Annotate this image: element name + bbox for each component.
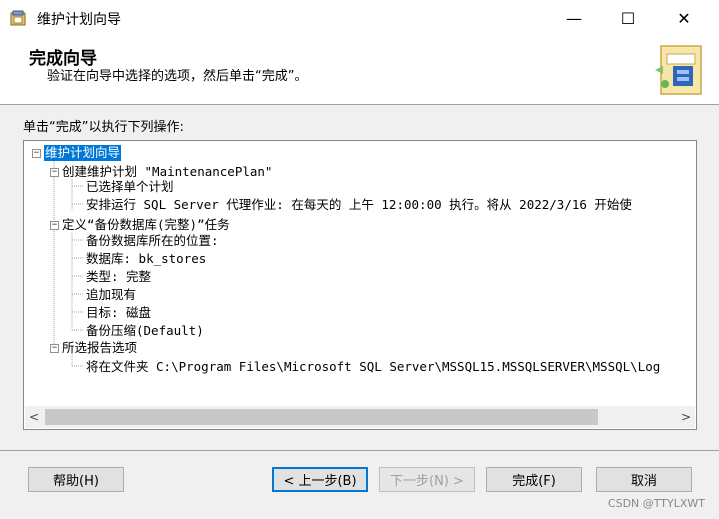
scroll-right-button[interactable]: > [677,406,695,428]
minimize-icon: — [566,8,582,28]
collapse-group2-toggle[interactable]: − [50,221,59,230]
tree-item[interactable]: 备份压缩(Default) [86,323,204,339]
tree-root-node[interactable]: 维护计划向导 [44,145,122,161]
title-bar: 维护计划向导 — ☐ ✕ [0,0,719,36]
tree-item[interactable]: 备份数据库所在的位置: [86,233,219,249]
minimize-button[interactable]: — [551,0,597,36]
window-title: 维护计划向导 [37,12,121,28]
tree-item[interactable]: 已选择单个计划 [86,179,174,195]
wizard-app-icon [10,10,26,26]
maximize-button[interactable]: ☐ [605,0,651,36]
tree-item[interactable]: 将在文件夹 C:\Program Files\Microsoft SQL Ser… [86,359,660,375]
tree-item[interactable]: 目标: 磁盘 [86,305,151,321]
tree-item[interactable]: 数据库: bk_stores [86,251,206,267]
tree-group-report-options[interactable]: 所选报告选项 [62,340,137,356]
tree-item[interactable]: 安排运行 SQL Server 代理作业: 在每天的 上午 12:00:00 执… [86,197,632,213]
chevron-right-icon: > [680,410,692,424]
wizard-banner-icon [655,45,702,95]
help-button[interactable]: 帮助(H) [28,467,124,492]
tree-group-backup-task[interactable]: 定义“备份数据库(完整)”任务 [62,217,230,233]
page-subtitle: 验证在向导中选择的选项，然后单击“完成”。 [47,69,308,84]
summary-tree[interactable]: − 维护计划向导 − 创建维护计划 "MaintenancePlan" 已选择单… [23,140,697,430]
instruction-label: 单击“完成”以执行下列操作: [23,120,184,135]
back-button[interactable]: < 上一步(B) [272,467,368,492]
horizontal-scrollbar[interactable]: < > [25,406,695,428]
cancel-button[interactable]: 取消 [596,467,692,492]
finish-button[interactable]: 完成(F) [486,467,582,492]
watermark: CSDN @TTYLXWT [607,497,705,510]
scroll-left-button[interactable]: < [25,406,43,428]
collapse-root-toggle[interactable]: − [32,149,41,158]
scrollbar-thumb[interactable] [45,409,598,425]
tree-item[interactable]: 追加现有 [86,287,136,303]
collapse-group3-toggle[interactable]: − [50,344,59,353]
maximize-icon: ☐ [620,8,636,28]
collapse-group1-toggle[interactable]: − [50,168,59,177]
tree-group-create-plan[interactable]: 创建维护计划 "MaintenancePlan" [62,164,272,180]
close-icon: ✕ [677,8,691,28]
next-button[interactable]: 下一步(N) > [379,467,475,492]
close-button[interactable]: ✕ [661,0,707,36]
wizard-header: 完成向导 验证在向导中选择的选项，然后单击“完成”。 [0,36,719,105]
chevron-left-icon: < [28,410,40,424]
tree-item[interactable]: 类型: 完整 [86,269,151,285]
